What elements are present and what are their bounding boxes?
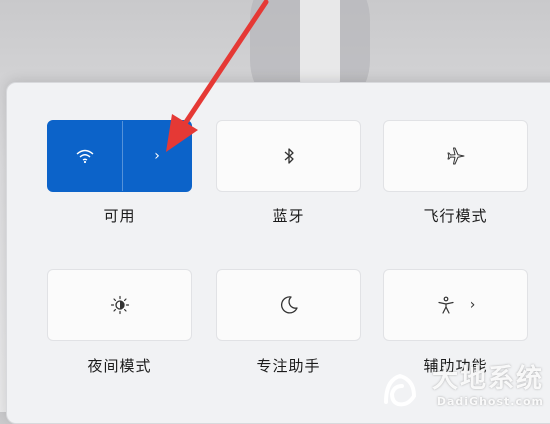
accessibility-icon bbox=[436, 295, 456, 315]
airplane-icon bbox=[446, 146, 466, 166]
tile-focus-assist[interactable] bbox=[216, 269, 361, 341]
tile-wifi[interactable]: › bbox=[47, 120, 192, 192]
tile-label-wifi: 可用 bbox=[103, 207, 136, 225]
wifi-toggle-button[interactable] bbox=[48, 121, 122, 191]
chevron-right-icon[interactable]: › bbox=[470, 297, 476, 313]
tile-label-night-light: 夜间模式 bbox=[87, 357, 152, 375]
tile-label-bluetooth: 蓝牙 bbox=[272, 207, 305, 225]
watermark-cn: 大地系统 bbox=[431, 364, 544, 394]
wifi-icon bbox=[75, 148, 95, 164]
tile-airplane[interactable] bbox=[383, 120, 528, 192]
watermark-en: DadiGhost.com bbox=[436, 395, 544, 408]
tile-label-airplane: 飞行模式 bbox=[423, 207, 488, 225]
tile-accessibility[interactable]: › bbox=[383, 269, 528, 341]
watermark: 大地系统 DadiGhost.com bbox=[432, 358, 544, 408]
moon-icon bbox=[279, 295, 299, 315]
watermark-logo bbox=[384, 373, 417, 407]
tile-night-light[interactable] bbox=[47, 269, 192, 341]
tile-label-focus-assist: 专注助手 bbox=[256, 357, 321, 375]
wifi-expand-button[interactable]: › bbox=[123, 121, 191, 191]
night-light-icon bbox=[110, 295, 130, 315]
chevron-right-icon: › bbox=[154, 148, 160, 164]
tile-bluetooth[interactable] bbox=[216, 120, 361, 192]
bluetooth-icon bbox=[283, 147, 295, 165]
